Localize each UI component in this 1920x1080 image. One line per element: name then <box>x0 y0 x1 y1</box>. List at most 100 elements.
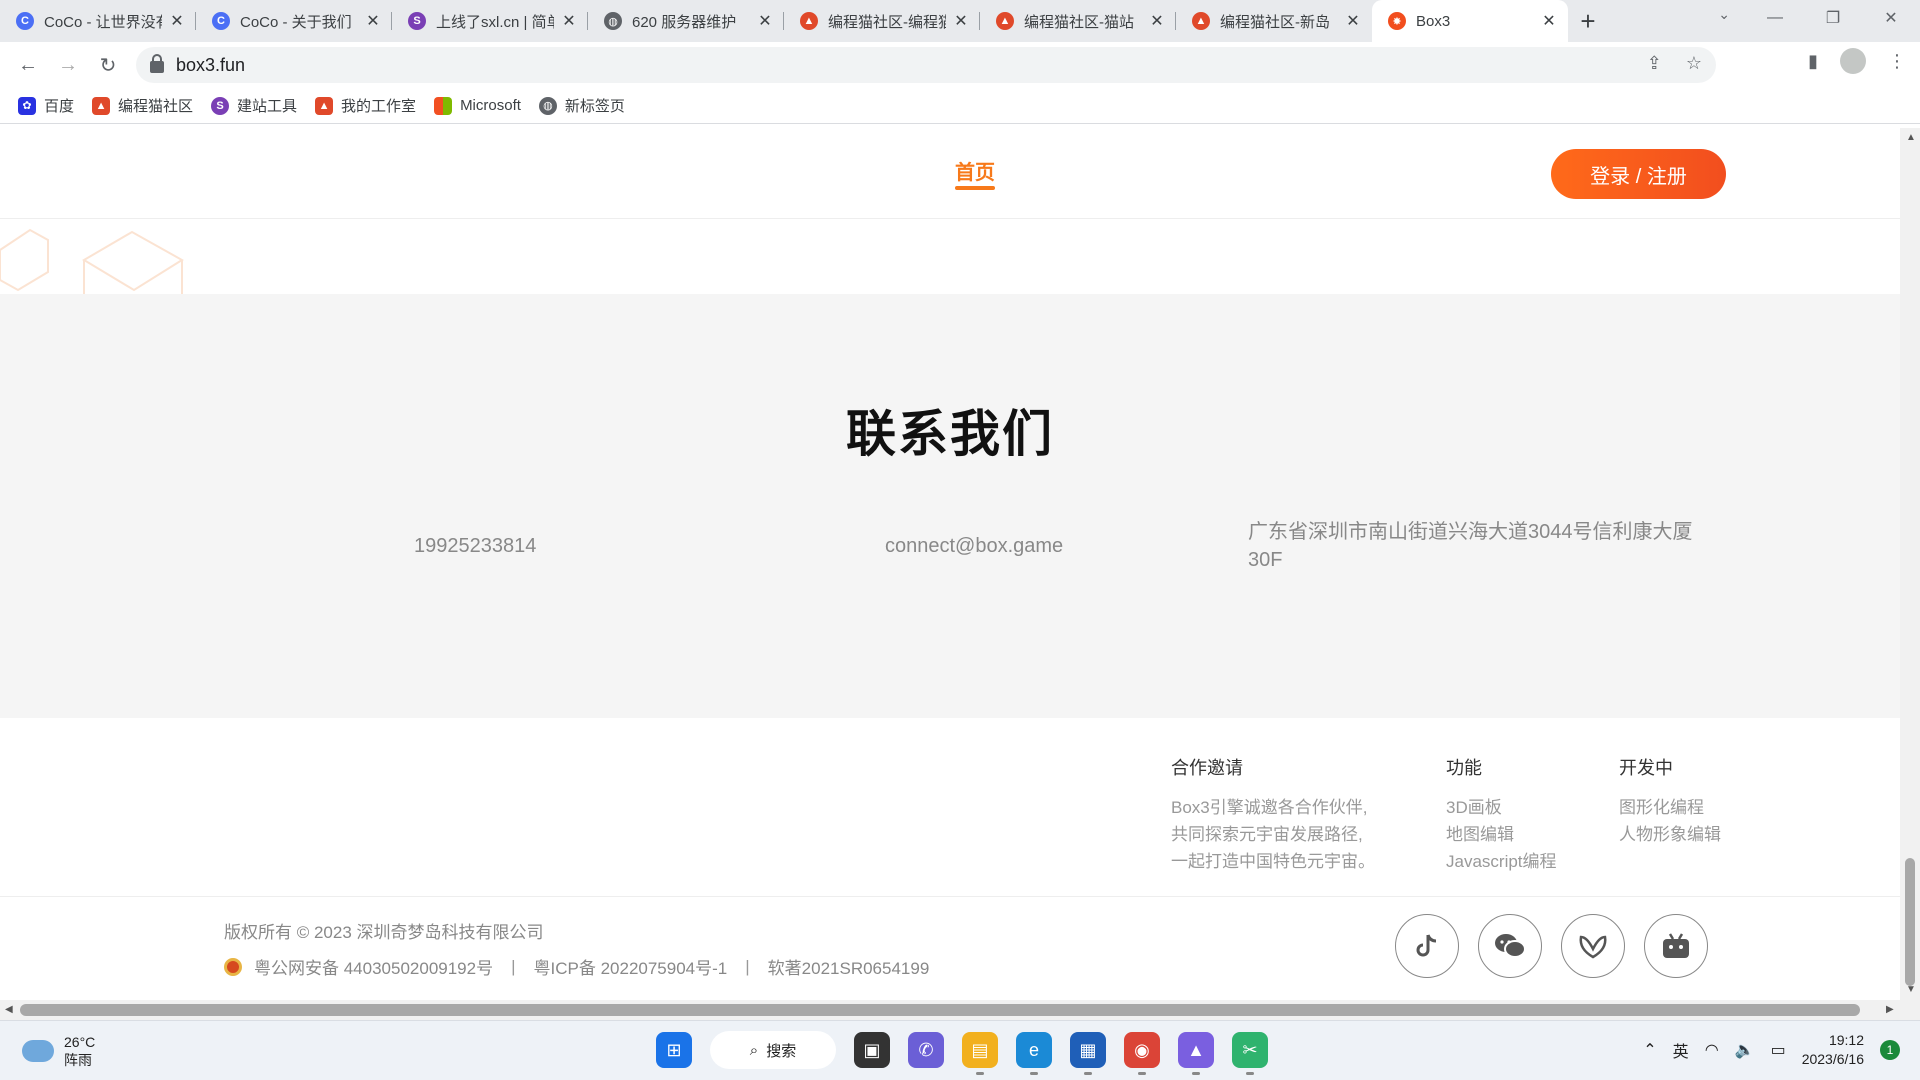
separator: | <box>511 956 516 976</box>
codemao-icon: ▲ <box>315 96 334 115</box>
globe-icon: ◍ <box>538 96 557 115</box>
browser-tab[interactable]: ◍ 620 服务器维护 ✕ <box>588 0 784 42</box>
vertical-scrollbar[interactable]: ▲ ▼ <box>1900 128 1920 1000</box>
lock-icon[interactable] <box>150 54 164 73</box>
menu-icon[interactable]: ⋮ <box>1888 51 1906 72</box>
horizontal-scrollbar[interactable]: ◀ ▶ <box>0 1000 1920 1020</box>
weather-text: 26°C 阵雨 <box>64 1033 95 1069</box>
weibo-icon[interactable] <box>1561 914 1625 978</box>
login-register-button[interactable]: 登录 / 注册 <box>1551 149 1726 199</box>
taskbar: 26°C 阵雨 ⊞ ⌕ 搜索 ▣ ✆ ▤ e ▦ ◉ ▲ ✂ ⌃ 英 ◠ 🔈 ▭… <box>0 1020 1920 1080</box>
icp-record-link[interactable]: 粤ICP备 2022075904号-1 <box>534 954 728 979</box>
file-explorer-icon[interactable]: ▤ <box>962 1032 998 1075</box>
restore-icon[interactable]: ❐ <box>1804 0 1862 36</box>
clock[interactable]: 19:12 2023/6/16 <box>1802 1031 1864 1069</box>
scroll-left-icon[interactable]: ◀ <box>5 1004 13 1015</box>
close-window-icon[interactable]: ✕ <box>1862 0 1920 36</box>
browser-tab[interactable]: S 上线了sxl.cn | 简单 ✕ <box>392 0 588 42</box>
site-footer: 合作邀请 Box3引擎诚邀各合作伙伴, 共同探索元宇宙发展路径, 一起打造中国特… <box>0 718 1900 1000</box>
chat-icon[interactable]: ✆ <box>908 1032 944 1068</box>
chrome-icon[interactable]: ◉ <box>1124 1032 1160 1075</box>
window-controls: — ❐ ✕ <box>1746 0 1920 42</box>
bookmark-label: 新标签页 <box>564 98 625 115</box>
weather-widget[interactable]: 26°C 阵雨 <box>22 1033 95 1069</box>
page-viewport: 首页 登录 / 注册 联系我们 19925233814 connect@box.… <box>0 128 1900 1000</box>
browser-tab-active[interactable]: ✸ Box3 ✕ <box>1372 0 1568 42</box>
close-tab-icon[interactable]: ✕ <box>1148 11 1166 31</box>
bookmark-star-icon[interactable]: ☆ <box>1686 53 1702 74</box>
strikingly-icon: S <box>211 96 230 115</box>
nav-home-link[interactable]: 首页 <box>955 156 995 190</box>
address-bar[interactable]: box3.fun ⇪ ☆ <box>136 47 1716 83</box>
wechat-icon[interactable] <box>1478 914 1542 978</box>
police-emblem-icon <box>224 957 242 976</box>
browser-tab[interactable]: ▲ 编程猫社区-编程猫 ✕ <box>784 0 980 42</box>
scroll-down-icon[interactable]: ▼ <box>1906 984 1916 995</box>
chevron-up-icon[interactable]: ⌃ <box>1643 1040 1656 1060</box>
start-icon[interactable]: ⊞ <box>656 1032 692 1068</box>
forward-icon[interactable]: → <box>48 54 88 77</box>
wifi-icon[interactable]: ◠ <box>1705 1040 1719 1060</box>
new-tab-button[interactable]: + <box>1568 0 1608 42</box>
bookmark-item[interactable]: ◍ 新标签页 <box>538 95 625 116</box>
task-view-icon[interactable]: ▣ <box>854 1032 890 1068</box>
horizontal-scroll-thumb[interactable] <box>20 1004 1860 1016</box>
bookmark-item[interactable]: ▲ 我的工作室 <box>315 95 416 116</box>
store-icon[interactable]: ▦ <box>1070 1032 1106 1075</box>
notification-badge[interactable]: 1 <box>1880 1040 1900 1060</box>
minimize-icon[interactable]: — <box>1746 0 1804 36</box>
close-tab-icon[interactable]: ✕ <box>1540 11 1558 31</box>
side-panel-icon[interactable]: ▮ <box>1808 51 1818 72</box>
volume-icon[interactable]: 🔈 <box>1735 1040 1755 1060</box>
bookmark-item[interactable]: ▲ 编程猫社区 <box>92 95 193 116</box>
contact-phone: 19925233814 <box>414 535 537 557</box>
ime-indicator[interactable]: 英 <box>1673 1038 1689 1062</box>
footer-link[interactable]: 图形化编程 <box>1619 794 1721 821</box>
edge-icon[interactable]: e <box>1016 1032 1052 1075</box>
footer-link[interactable]: 地图编辑 <box>1446 821 1557 848</box>
bookmark-item[interactable]: S 建站工具 <box>211 95 297 116</box>
bilibili-icon[interactable] <box>1644 914 1708 978</box>
snipping-tool-icon[interactable]: ✂ <box>1232 1032 1268 1075</box>
tab-search-icon[interactable]: ⌄ <box>1718 6 1730 23</box>
taskbar-search[interactable]: ⌕ 搜索 <box>710 1031 836 1069</box>
footer-link[interactable]: 3D画板 <box>1446 794 1557 821</box>
contact-email[interactable]: connect@box.game <box>885 532 1063 560</box>
reload-icon[interactable]: ↻ <box>88 53 128 78</box>
codemao-icon: ▲ <box>1192 12 1210 30</box>
close-tab-icon[interactable]: ✕ <box>952 11 970 31</box>
bookmarks-bar: ✿ 百度 ▲ 编程猫社区 S 建站工具 ▲ 我的工作室 Microsoft ◍ … <box>0 88 1920 124</box>
scroll-right-icon[interactable]: ▶ <box>1886 1004 1894 1015</box>
browser-tab[interactable]: C CoCo - 关于我们 ✕ <box>196 0 392 42</box>
close-tab-icon[interactable]: ✕ <box>1344 11 1362 31</box>
browser-tab[interactable]: ▲ 编程猫社区-新岛 ✕ <box>1176 0 1372 42</box>
close-tab-icon[interactable]: ✕ <box>364 11 382 31</box>
police-record-link[interactable]: 粤公网安备 44030502009192号 <box>254 954 493 979</box>
footer-link[interactable]: 人物形象编辑 <box>1619 821 1721 848</box>
back-icon[interactable]: ← <box>8 54 48 77</box>
url-text[interactable]: box3.fun <box>176 55 245 76</box>
close-tab-icon[interactable]: ✕ <box>168 11 186 31</box>
battery-icon[interactable]: ▭ <box>1771 1040 1786 1060</box>
share-icon[interactable]: ⇪ <box>1647 53 1662 74</box>
photos-icon[interactable]: ▲ <box>1178 1032 1214 1075</box>
bookmark-label: 我的工作室 <box>341 98 417 115</box>
scroll-up-icon[interactable]: ▲ <box>1906 132 1916 143</box>
footer-divider <box>0 896 1900 897</box>
footer-link[interactable]: Javascript编程 <box>1446 848 1557 875</box>
browser-tab[interactable]: ▲ 编程猫社区-猫站 ✕ <box>980 0 1176 42</box>
globe-icon: ◍ <box>604 12 622 30</box>
software-copyright: 软著2021SR0654199 <box>767 959 930 978</box>
tab-title: 编程猫社区-编程猫 <box>828 13 946 31</box>
browser-tab[interactable]: C CoCo - 让世界没有难做的应用 ✕ <box>0 0 196 42</box>
close-tab-icon[interactable]: ✕ <box>756 11 774 31</box>
weather-condition: 阵雨 <box>64 1052 92 1068</box>
close-tab-icon[interactable]: ✕ <box>560 11 578 31</box>
vertical-scroll-thumb[interactable] <box>1905 858 1915 986</box>
bookmark-item[interactable]: Microsoft <box>434 96 521 115</box>
douyin-icon[interactable] <box>1395 914 1459 978</box>
profile-avatar[interactable] <box>1840 48 1866 74</box>
tab-title: 上线了sxl.cn | 简单 <box>436 13 554 31</box>
bookmark-item[interactable]: ✿ 百度 <box>18 95 74 116</box>
footer-heading: 功能 <box>1446 758 1482 778</box>
